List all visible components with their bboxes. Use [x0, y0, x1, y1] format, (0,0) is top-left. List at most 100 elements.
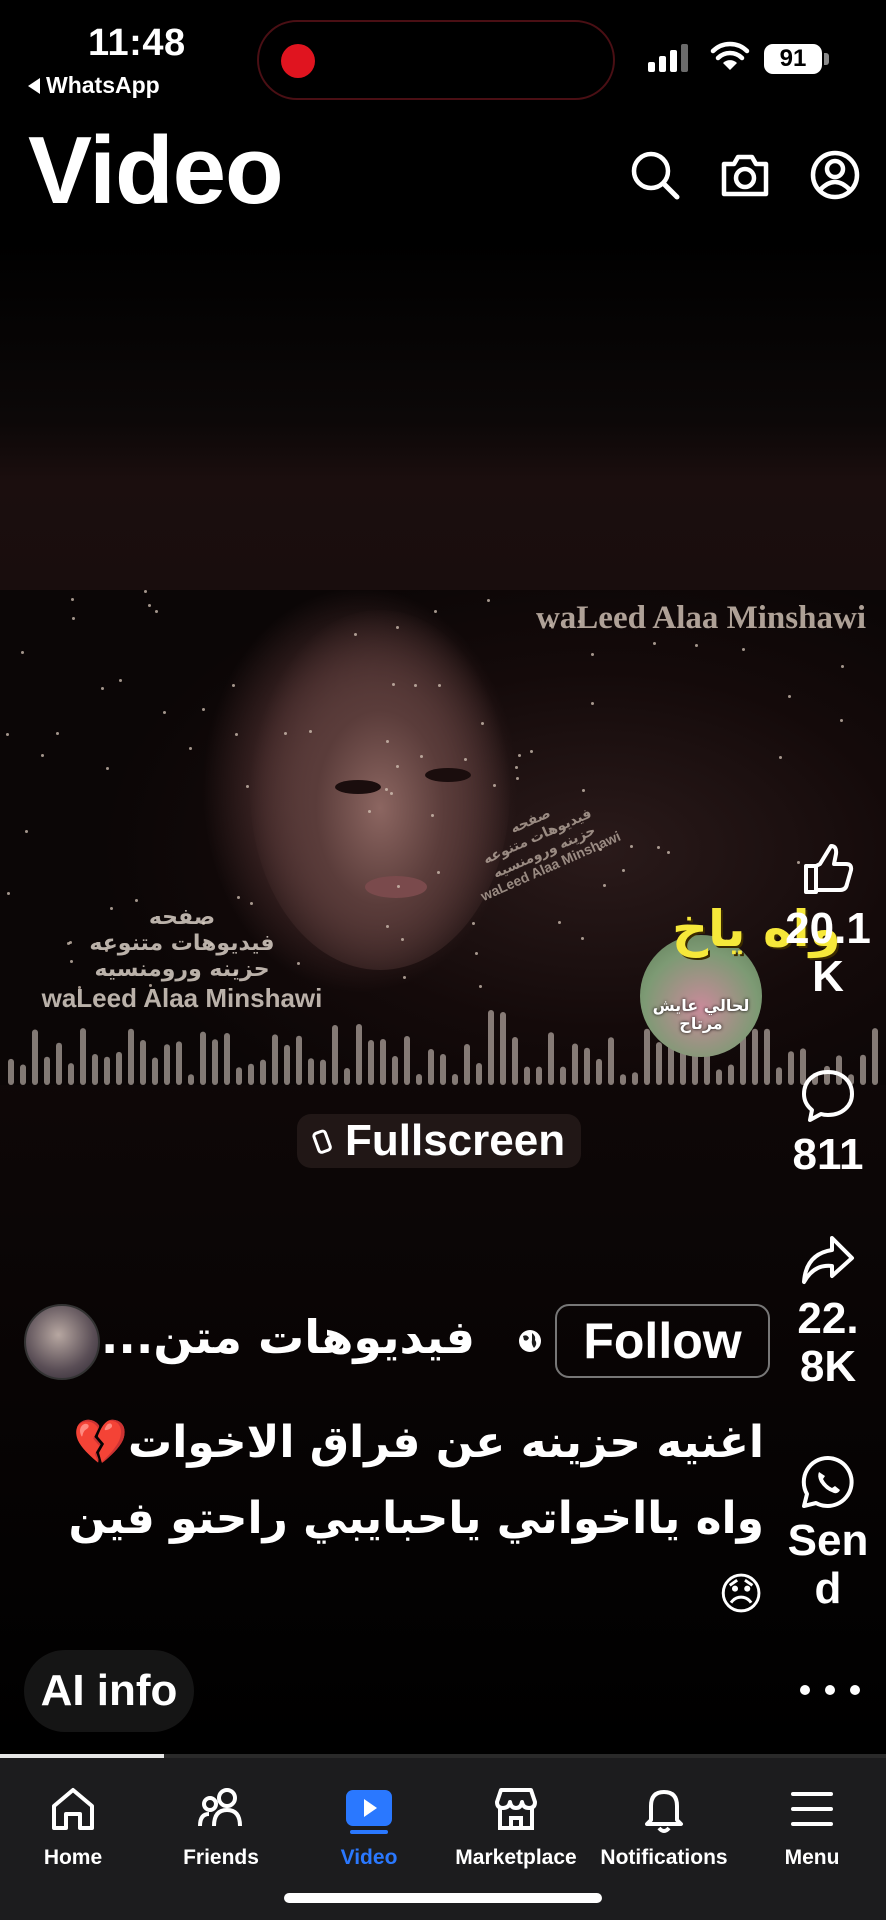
visualizer-bar	[428, 1049, 434, 1085]
follow-button[interactable]: Follow	[555, 1304, 770, 1378]
tab-label: Friends	[183, 1846, 259, 1869]
visualizer-bar	[512, 1037, 518, 1085]
visualizer-bar	[56, 1042, 62, 1085]
post-caption[interactable]: اغنيه حزينه عن فراق الاخوات💔 واه يااخوات…	[24, 1405, 765, 1633]
camera-icon	[721, 154, 769, 197]
visualizer-bar	[620, 1074, 626, 1085]
caption-line: واه يااخواتي ياحبايبي راحتو فين 😞	[68, 1493, 765, 1620]
tab-video[interactable]: Video	[294, 1782, 444, 1870]
visualizer-bar	[92, 1054, 98, 1085]
tab-notifications[interactable]: Notifications	[589, 1782, 739, 1870]
profile-button[interactable]	[808, 148, 862, 202]
video-eye	[425, 768, 471, 782]
sparkle-particle	[530, 750, 533, 753]
visualizer-bar	[188, 1074, 194, 1085]
visualizer-bar	[296, 1035, 302, 1085]
visualizer-bar	[284, 1044, 290, 1085]
sparkle-particle	[788, 695, 791, 698]
sparkle-particle	[71, 598, 74, 601]
bell-icon	[645, 1790, 683, 1833]
sparkle-particle	[518, 754, 521, 757]
sparkle-particle	[437, 871, 440, 874]
sparkle-particle	[603, 884, 606, 887]
battery-level: 91	[764, 44, 822, 74]
visualizer-bar	[176, 1041, 182, 1085]
battery-tip	[824, 53, 829, 65]
thumbs-up-icon	[804, 844, 854, 894]
video-watermark: waLeed Alaa Minshawi	[535, 600, 866, 636]
tab-marketplace[interactable]: Marketplace	[441, 1782, 591, 1870]
sparkle-particle	[392, 683, 395, 686]
send-whatsapp-button[interactable]: Sen d	[776, 1452, 880, 1614]
sparkle-particle	[106, 767, 109, 770]
visualizer-bar	[572, 1043, 578, 1085]
sparkle-particle	[515, 766, 518, 769]
sparkle-particle	[472, 922, 475, 925]
sparkle-particle	[202, 708, 205, 711]
visualizer-bar	[20, 1064, 26, 1085]
friends-icon	[198, 1788, 242, 1827]
sparkle-particle	[493, 784, 496, 787]
sparkle-particle	[414, 684, 417, 687]
home-indicator[interactable]	[284, 1893, 602, 1903]
sparkle-particle	[21, 651, 24, 654]
sparkle-particle	[354, 633, 357, 636]
visualizer-bar	[308, 1058, 314, 1085]
more-options-button[interactable]	[800, 1670, 860, 1710]
visualizer-bar	[584, 1047, 590, 1085]
visualizer-bar	[260, 1059, 266, 1085]
camera-button[interactable]	[718, 148, 772, 202]
sparkle-particle	[6, 733, 9, 736]
sparkle-particle	[591, 653, 594, 656]
visualizer-bar	[440, 1054, 446, 1085]
tab-menu[interactable]: Menu	[737, 1782, 886, 1870]
share-count: 22. 8K	[797, 1294, 859, 1392]
visualizer-bar	[548, 1032, 554, 1085]
sparkle-particle	[56, 732, 59, 735]
visualizer-bar	[716, 1069, 722, 1085]
sparkle-particle	[148, 604, 151, 607]
visualizer-bar	[416, 1074, 422, 1085]
visualizer-bar	[272, 1034, 278, 1085]
comment-button[interactable]: 811	[776, 1066, 880, 1179]
search-button[interactable]	[628, 148, 682, 202]
like-button[interactable]: 20.1 K	[776, 840, 880, 1002]
page-avatar[interactable]	[24, 1304, 100, 1380]
sparkle-particle	[653, 642, 656, 645]
visualizer-bar	[104, 1056, 110, 1085]
visualizer-bar	[500, 1012, 506, 1085]
back-to-app-link[interactable]: WhatsApp	[28, 72, 160, 99]
sparkle-particle	[41, 754, 44, 757]
page-name-link[interactable]: فيديوهات متن...	[101, 1310, 475, 1364]
tab-home[interactable]: Home	[0, 1782, 148, 1870]
visualizer-bar	[392, 1056, 398, 1085]
sticker-caption: لحالي عايش مرتاح	[652, 996, 750, 1033]
share-button[interactable]: 22. 8K	[776, 1230, 880, 1392]
visualizer-bar	[212, 1039, 218, 1085]
video-eye	[335, 780, 381, 794]
sparkle-particle	[155, 610, 158, 613]
back-app-label: WhatsApp	[46, 72, 160, 98]
video-lips	[365, 876, 427, 898]
fullscreen-button[interactable]: Fullscreen	[297, 1114, 582, 1168]
sparkle-particle	[622, 869, 625, 872]
visualizer-bar	[356, 1024, 362, 1085]
sparkle-particle	[742, 648, 745, 651]
dynamic-island[interactable]	[257, 20, 615, 100]
ai-info-button[interactable]: AI info	[24, 1650, 194, 1732]
visualizer-bar	[80, 1028, 86, 1085]
more-dot-icon	[850, 1685, 860, 1695]
sparkle-particle	[386, 740, 389, 743]
visualizer-bar	[32, 1029, 38, 1085]
tab-label: Home	[43, 1846, 103, 1869]
sparkle-particle	[144, 590, 147, 593]
status-time: 11:48	[88, 22, 186, 64]
sparkle-particle	[385, 788, 388, 791]
visualizer-bar	[452, 1074, 458, 1085]
home-icon	[52, 1788, 94, 1830]
sparkle-particle	[119, 679, 122, 682]
sparkle-particle	[434, 610, 437, 613]
whatsapp-icon	[801, 1455, 854, 1508]
tab-friends[interactable]: Friends	[146, 1782, 296, 1870]
sparkle-particle	[7, 892, 10, 895]
